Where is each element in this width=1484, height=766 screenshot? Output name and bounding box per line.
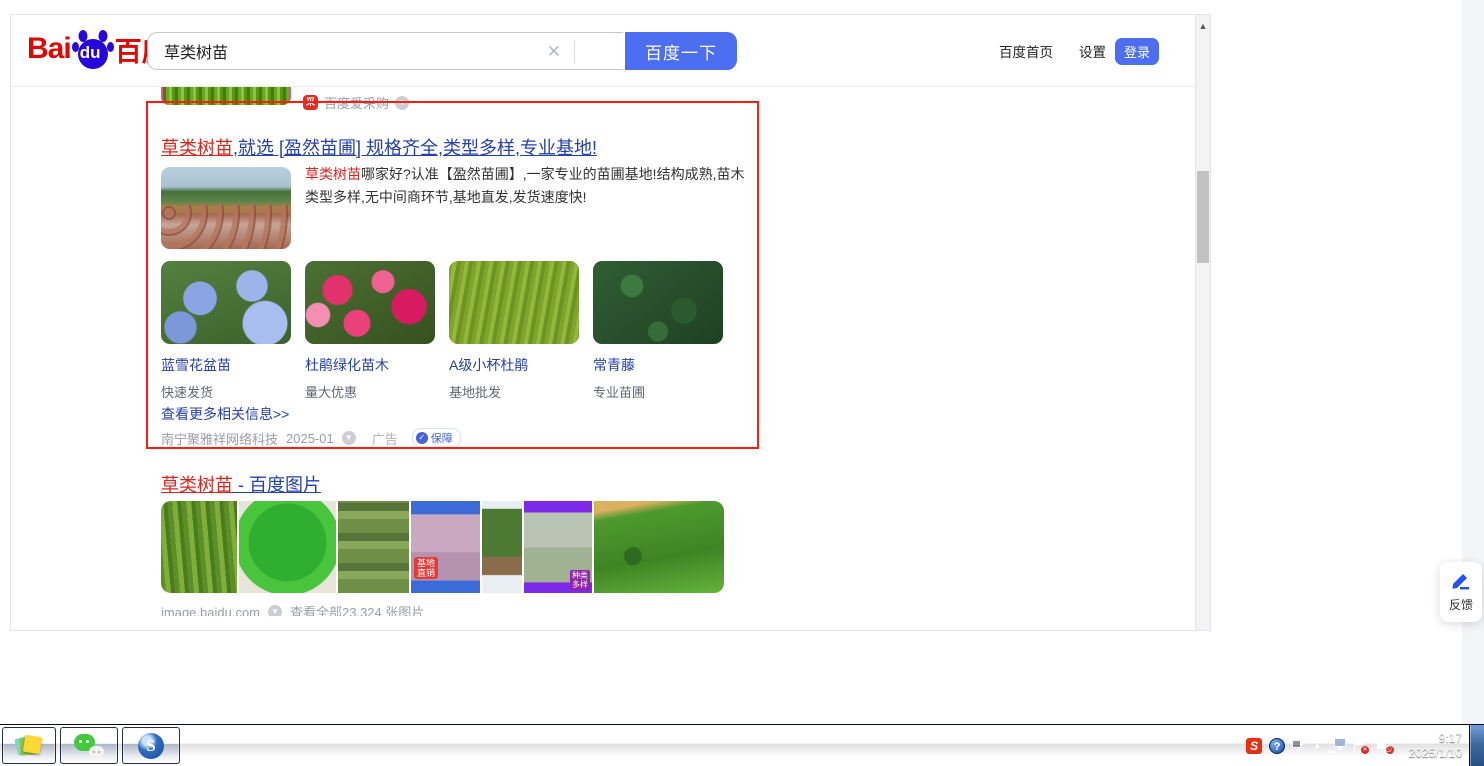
images-result-footer: image.baidu.com ▼ 查看全部23,324 张图片 <box>161 605 424 616</box>
taskbar-notes-app-button[interactable] <box>2 727 56 764</box>
feedback-label: 反馈 <box>1448 598 1473 612</box>
image-thumbnail[interactable] <box>239 501 336 593</box>
ad-label: 广告 <box>371 431 398 447</box>
product-card[interactable]: 常青藤 专业苗圃 <box>593 261 723 401</box>
ad-product-cards: 蓝雪花盆苗 快速发货 杜鹃绿化苗木 量大优惠 A级小杯杜鹃 基地批发 常青藤 专… <box>161 261 723 401</box>
action-center-flag-icon[interactable]: ✕ <box>1353 738 1369 754</box>
guarantee-badge-label: 保障 <box>430 433 453 445</box>
image-thumbnail-strip[interactable]: 基地直销 种类多样 <box>161 501 724 593</box>
image-thumbnail[interactable] <box>161 501 237 593</box>
scrollbar-up-arrow-icon[interactable]: ▲ <box>1196 19 1210 33</box>
volume-muted-icon[interactable]: ⃠ <box>1376 738 1394 754</box>
product-card[interactable]: 蓝雪花盆苗 快速发货 <box>161 261 291 401</box>
image-thumbnail[interactable]: 基地直销 <box>411 501 480 593</box>
product-subtitle: 基地批发 <box>449 385 502 400</box>
show-hidden-icons-arrow[interactable]: ▲ <box>1313 741 1321 750</box>
clear-search-icon[interactable]: ✕ <box>547 42 561 62</box>
product-subtitle: 专业苗圃 <box>593 385 646 400</box>
nav-baidu-home[interactable]: 百度首页 <box>999 41 1053 61</box>
nav-settings[interactable]: 设置 <box>1079 41 1106 61</box>
images-title-rest: - 百度图片 <box>233 475 321 495</box>
feedback-button[interactable]: 反馈 <box>1440 562 1482 622</box>
windows-taskbar: S S ? ▼ ▲ ✕ ⃠ 9:17 2025/1/10 <box>0 724 1484 766</box>
clock-date: 2025/1/10 <box>1408 745 1462 760</box>
browser-content-panel: Bai du 百度 草类树苗 ✕ 百度一下 百度首页 设置 登录 ▲ 采 百度爱… <box>10 14 1211 631</box>
ad-description-rest: 哪家好?认准【盈然苗圃】,一家专业的苗圃基地!结构成熟,苗木类型多样,无中间商环… <box>305 166 745 205</box>
product-subtitle: 量大优惠 <box>305 385 358 400</box>
scrollbar-thumb[interactable] <box>1197 171 1209 263</box>
product-card[interactable]: A级小杯杜鹃 基地批发 <box>449 261 579 401</box>
header-nav: 百度首页 设置 <box>999 15 1106 87</box>
taskbar-wechat-button[interactable] <box>60 727 118 764</box>
variety-badge: 种类多样 <box>570 570 590 590</box>
baidu-paw-icon: du <box>71 27 114 71</box>
image-thumbnail[interactable] <box>482 501 522 593</box>
ad-date: 2025-01 <box>286 430 334 446</box>
product-title-link[interactable]: 常青藤 <box>593 355 723 375</box>
previous-result-source: 百度爱采购 <box>324 96 390 111</box>
product-title-link[interactable]: 杜鹃绿化苗木 <box>305 355 435 375</box>
logo-du-text: du <box>79 43 101 62</box>
wechat-icon <box>74 733 104 758</box>
page-scrollbar[interactable]: ▲ <box>1195 15 1210 630</box>
product-subtitle: 快速发货 <box>161 385 214 400</box>
taskbar-sogou-browser-button[interactable]: S <box>122 727 180 764</box>
network-tray-icon[interactable] <box>1328 737 1346 754</box>
baidu-images-title-link[interactable]: 草类树苗 - 百度图片 <box>161 471 321 497</box>
ad-main-thumbnail[interactable] <box>161 167 291 249</box>
search-divider <box>574 41 575 63</box>
previous-result-source-row: 采 百度爱采购 ▼ <box>303 93 410 112</box>
image-thumbnail[interactable]: 种类多样 <box>524 501 592 593</box>
images-title-keyword: 草类树苗 <box>161 475 233 495</box>
chevron-down-icon[interactable]: ▼ <box>341 431 356 445</box>
product-card[interactable]: 杜鹃绿化苗木 量大优惠 <box>305 261 435 401</box>
chevron-down-icon[interactable]: ▼ <box>395 95 410 110</box>
chevron-down-icon[interactable]: ▼ <box>268 605 282 616</box>
clock-time: 9:17 <box>1438 730 1462 745</box>
baidu-header: Bai du 百度 草类树苗 ✕ 百度一下 百度首页 设置 登录 <box>11 15 1196 87</box>
view-all-images-link[interactable]: 查看全部23,324 张图片 <box>290 605 424 616</box>
ad-title-keyword: 草类树苗 <box>161 138 233 158</box>
ad-description: 草类树苗哪家好?认准【盈然苗圃】,一家专业的苗圃基地!结构成熟,苗木类型多样,无… <box>305 163 753 209</box>
sticky-notes-icon <box>14 734 43 758</box>
product-title-link[interactable]: 蓝雪花盆苗 <box>161 355 291 375</box>
check-icon: ✓ <box>415 432 428 444</box>
aicaigou-icon: 采 <box>303 95 318 110</box>
search-button[interactable]: 百度一下 <box>625 32 737 70</box>
system-tray: S ? ▼ ▲ ✕ ⃠ <box>1246 725 1394 766</box>
product-image[interactable] <box>161 261 291 344</box>
sogou-input-tray-icon[interactable]: S <box>1246 737 1263 754</box>
show-desktop-button[interactable] <box>1469 725 1484 766</box>
images-site: image.baidu.com <box>161 605 260 616</box>
image-thumbnail[interactable] <box>594 501 724 593</box>
advertiser-name: 南宁聚雅祥网络科技 <box>161 431 279 447</box>
search-input[interactable]: 草类树苗 ✕ <box>147 32 623 70</box>
search-results: 采 百度爱采购 ▼ 草类树苗,就选 [盈然苗圃] 规格齐全,类型多样,专业基地!… <box>11 87 1196 630</box>
pencil-icon <box>1452 574 1469 590</box>
help-tray-icon[interactable]: ? <box>1269 737 1286 754</box>
image-thumbnail[interactable] <box>338 501 409 593</box>
login-button[interactable]: 登录 <box>1115 38 1159 65</box>
ad-result-title-link[interactable]: 草类树苗,就选 [盈然苗圃] 规格齐全,类型多样,专业基地! <box>161 134 597 160</box>
ad-source-row: 南宁聚雅祥网络科技 2025-01 ▼ 广告 ✓ 保障 <box>161 428 461 448</box>
ad-description-keyword: 草类树苗 <box>305 166 361 182</box>
taskbar-clock[interactable]: 9:17 2025/1/10 <box>1409 725 1462 766</box>
previous-result-thumbnail[interactable] <box>161 87 291 105</box>
direct-sale-badge: 基地直销 <box>414 557 438 579</box>
guarantee-badge: ✓ 保障 <box>411 428 461 448</box>
see-more-link[interactable]: 查看更多相关信息>> <box>161 404 289 424</box>
product-image[interactable] <box>593 261 723 344</box>
product-title-link[interactable]: A级小杯杜鹃 <box>449 355 579 375</box>
sogou-browser-icon: S <box>138 732 164 759</box>
language-bar-icon[interactable]: ▼ <box>1292 736 1306 755</box>
logo-bai-text: Bai <box>27 32 72 65</box>
product-image[interactable] <box>305 261 435 344</box>
product-image[interactable] <box>449 261 579 344</box>
ad-title-rest: ,就选 [盈然苗圃] 规格齐全,类型多样,专业基地! <box>233 138 598 158</box>
